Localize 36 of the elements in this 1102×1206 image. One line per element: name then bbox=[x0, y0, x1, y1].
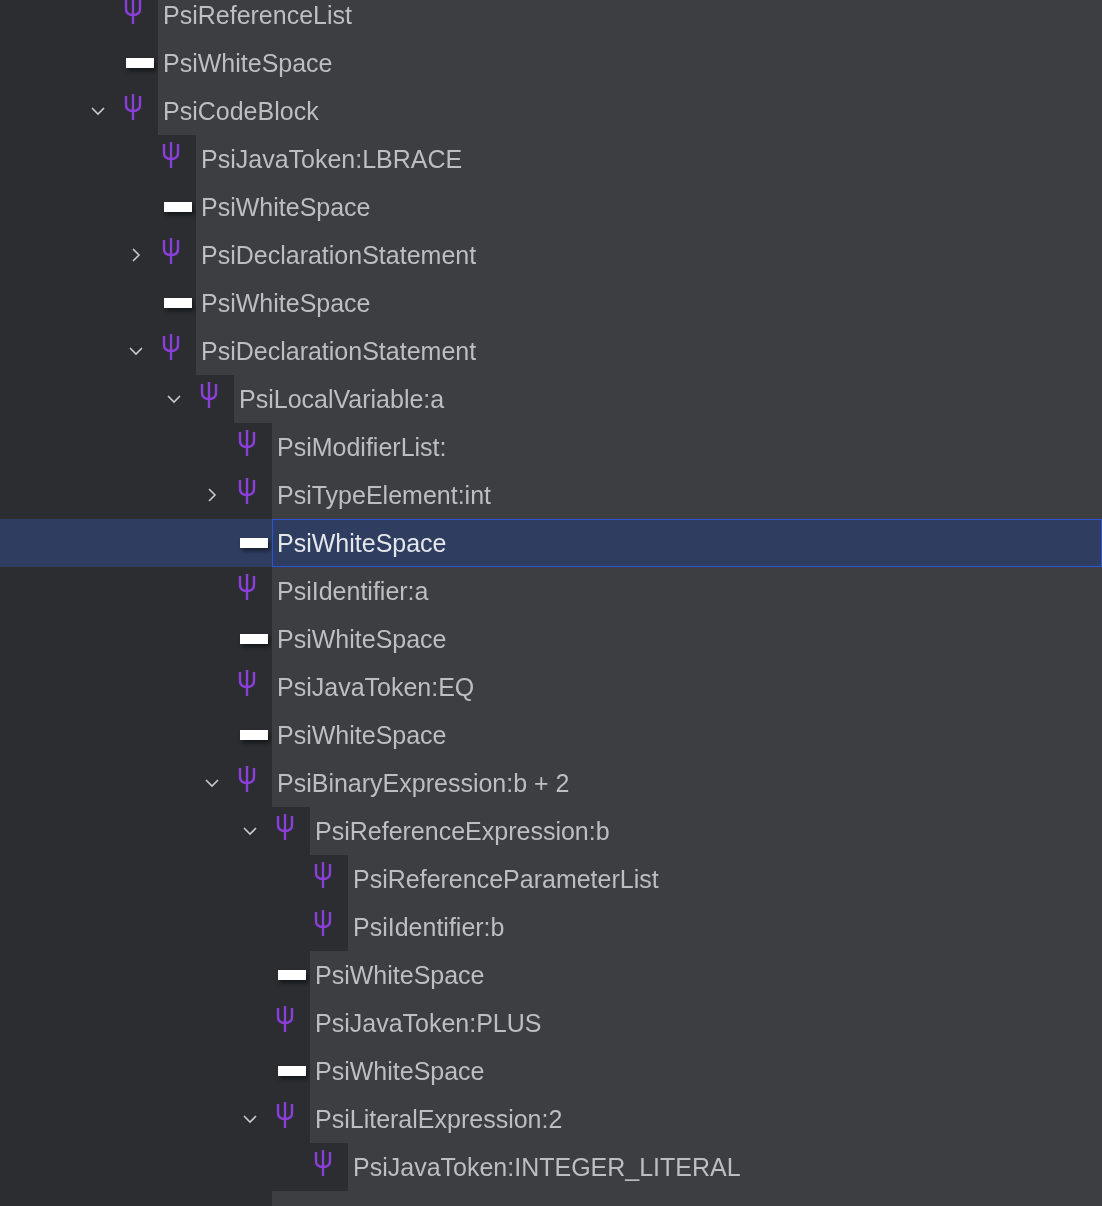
psi-icon bbox=[238, 766, 256, 792]
whitespace-icon bbox=[278, 970, 306, 980]
psi-icon bbox=[200, 382, 218, 408]
psi-icon bbox=[238, 574, 256, 600]
psi-icon bbox=[276, 814, 294, 840]
tree-node-label[interactable]: PsiModifierList: bbox=[272, 425, 452, 469]
tree-node-label[interactable]: PsiCodeBlock bbox=[158, 89, 324, 133]
whitespace-icon bbox=[126, 58, 154, 68]
psi-icon bbox=[162, 142, 180, 168]
tree-node-label[interactable]: PsiWhiteSpace bbox=[158, 41, 338, 85]
psi-icon bbox=[276, 1006, 294, 1032]
tree-node-label[interactable]: PsiIdentifier:b bbox=[348, 905, 510, 949]
whitespace-icon bbox=[278, 1066, 306, 1076]
psi-icon bbox=[238, 670, 256, 696]
psi-icon bbox=[238, 478, 256, 504]
psi-icon bbox=[314, 1150, 332, 1176]
tree-node-label[interactable]: PsiWhiteSpace bbox=[272, 617, 452, 661]
whitespace-icon bbox=[164, 298, 192, 308]
psi-icon bbox=[162, 334, 180, 360]
whitespace-icon bbox=[164, 202, 192, 212]
psi-icon bbox=[238, 430, 256, 456]
tree-node-label[interactable]: PsiReferenceList bbox=[158, 0, 357, 37]
tree-node-label[interactable]: PsiWhiteSpace bbox=[196, 185, 376, 229]
whitespace-icon bbox=[240, 634, 268, 644]
tree-node-label[interactable]: PsiWhiteSpace bbox=[272, 519, 1102, 567]
psi-icon bbox=[124, 94, 142, 120]
tree-node-label[interactable]: PsiWhiteSpace bbox=[272, 713, 452, 757]
tree-node-label[interactable]: PsiIdentifier:a bbox=[272, 569, 434, 613]
psi-icon bbox=[314, 862, 332, 888]
psi-icon bbox=[124, 0, 142, 24]
psi-icon bbox=[314, 910, 332, 936]
psi-icon bbox=[276, 1102, 294, 1128]
whitespace-icon bbox=[240, 538, 268, 548]
psi-icon bbox=[162, 238, 180, 264]
tree-node-label[interactable]: PsiWhiteSpace bbox=[196, 281, 376, 325]
whitespace-icon bbox=[240, 730, 268, 740]
